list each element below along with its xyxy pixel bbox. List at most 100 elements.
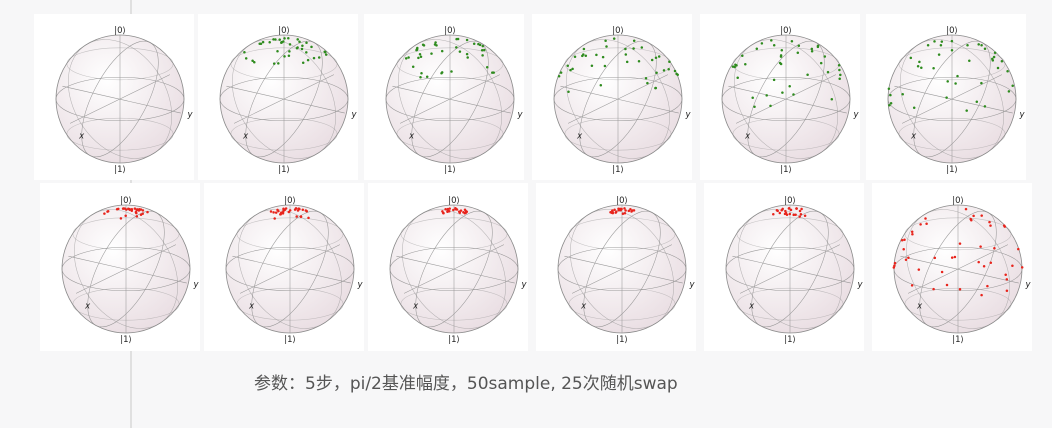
sample-point [440, 71, 444, 74]
sample-point [103, 212, 106, 215]
sample-point [792, 93, 795, 96]
sample-point [269, 210, 273, 213]
ket1-label: |1⟩ [120, 335, 132, 345]
sample-point [667, 67, 670, 71]
sample-point [295, 215, 298, 218]
sample-point [310, 45, 313, 49]
sample-point [595, 53, 598, 57]
sample-point [926, 43, 930, 47]
sample-point [989, 261, 993, 264]
sample-point [644, 76, 648, 80]
sample-point [646, 81, 649, 85]
bloch-sphere-r1c5: |0⟩ |1⟩ x y [700, 14, 860, 180]
sample-point [274, 211, 278, 214]
ket1-label: |1⟩ [114, 165, 126, 175]
sample-point [582, 53, 585, 56]
bloch-sphere-r2c4: |0⟩ |1⟩ x y [536, 183, 696, 351]
sample-point [296, 38, 299, 41]
sample-point [816, 45, 820, 49]
x-axis-label: x [412, 302, 419, 312]
sample-point [966, 43, 969, 47]
sample-point [478, 43, 482, 47]
sample-point [970, 219, 973, 222]
sample-point [557, 74, 561, 78]
sample-point [662, 69, 666, 72]
sample-point [933, 40, 936, 43]
ket0-label: |0⟩ [784, 196, 796, 206]
y-axis-label: y [520, 280, 527, 290]
ket1-label: |1⟩ [780, 165, 792, 175]
sample-point [106, 210, 109, 213]
y-axis-label: y [192, 280, 199, 290]
sample-point [276, 50, 279, 53]
ket0-label: |0⟩ [612, 26, 624, 36]
y-axis-label: y [852, 110, 859, 120]
sample-point [298, 40, 301, 43]
sample-point [569, 68, 572, 72]
sample-point [983, 105, 987, 108]
sample-point [464, 211, 467, 215]
sample-point [462, 211, 465, 214]
sample-point [991, 59, 995, 62]
sample-point [258, 42, 261, 46]
sample-point [779, 62, 783, 66]
x-axis-label: x [408, 132, 415, 142]
sample-point [819, 61, 823, 65]
sample-point [760, 42, 764, 45]
sample-point [916, 64, 920, 68]
sample-point [770, 39, 773, 42]
sample-point [953, 255, 957, 259]
sample-point [261, 40, 265, 44]
sample-point [910, 230, 914, 234]
sample-point [452, 208, 455, 212]
sample-point [603, 64, 607, 68]
sample-point [965, 109, 968, 112]
sample-point [780, 208, 783, 212]
x-axis-label: x [78, 132, 85, 142]
figure-caption: 参数：5步，pi/2基准幅度，50sample, 25次随机swap [254, 374, 678, 394]
sample-point [278, 38, 281, 41]
sample-point [1004, 273, 1007, 276]
ket0-label: |0⟩ [444, 26, 456, 36]
sample-point [977, 260, 980, 264]
sample-point [115, 207, 119, 211]
sample-point [787, 207, 791, 210]
x-axis-label: x [580, 302, 587, 312]
sample-point [788, 212, 792, 216]
sample-point [480, 49, 484, 52]
sample-point [945, 283, 949, 287]
sample-point [307, 216, 310, 220]
bloch-sphere-r2c2: |0⟩ |1⟩ x y [204, 183, 364, 351]
sample-point [632, 39, 636, 43]
sample-point [755, 47, 759, 50]
sample-point [277, 209, 280, 213]
y-axis-label: y [516, 110, 523, 120]
sample-point [940, 40, 944, 43]
sample-point [958, 242, 962, 245]
sample-point [137, 209, 141, 212]
sample-point [924, 217, 927, 220]
sample-point [624, 53, 628, 56]
sample-point [887, 87, 891, 90]
sample-point [655, 71, 658, 75]
sample-point [823, 55, 827, 58]
sample-point [946, 80, 949, 83]
sample-point [902, 248, 905, 251]
ket1-label: |1⟩ [284, 335, 296, 345]
sample-point [294, 207, 298, 210]
sample-point [909, 56, 913, 60]
sample-point [982, 265, 986, 268]
sample-point [127, 207, 130, 210]
y-axis-label: y [350, 110, 357, 120]
sample-point [614, 211, 617, 214]
ket0-label: |0⟩ [278, 26, 290, 36]
sample-point [940, 270, 944, 274]
sample-point [492, 71, 495, 74]
sample-point [650, 58, 654, 62]
sample-point [272, 62, 276, 65]
sample-point [421, 43, 425, 46]
sample-point [454, 207, 457, 210]
sample-point [312, 56, 316, 60]
sample-point [481, 44, 485, 48]
bloch-sphere-r1c3: |0⟩ |1⟩ x y [364, 14, 524, 180]
